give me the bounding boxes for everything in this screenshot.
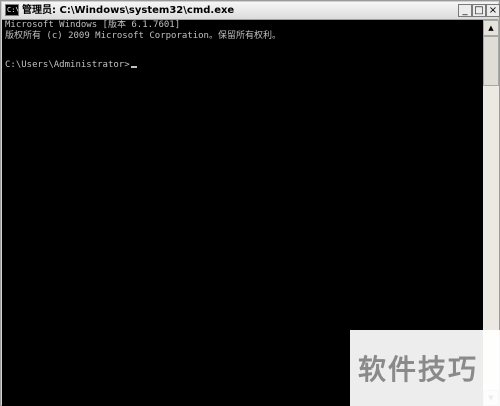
- minimize-button[interactable]: _: [458, 4, 472, 17]
- console-version-line: Microsoft Windows [版本 6.1.7601]: [5, 20, 181, 30]
- title-bar[interactable]: C:\ 管理员: C:\Windows\system32\cmd.exe _ □…: [2, 2, 500, 20]
- window-title: 管理员: C:\Windows\system32\cmd.exe: [22, 5, 235, 16]
- scroll-thumb[interactable]: [483, 36, 499, 86]
- scroll-up-button[interactable]: ▲: [483, 20, 499, 36]
- watermark: 软件技巧: [350, 330, 500, 406]
- maximize-button[interactable]: □: [472, 4, 486, 17]
- console-copyright-line: 版权所有 (c) 2009 Microsoft Corporation。保留所有…: [5, 31, 281, 41]
- console-prompt-line[interactable]: C:\Users\Administrator>: [5, 60, 137, 71]
- close-button[interactable]: ×: [486, 4, 500, 17]
- watermark-text: 软件技巧: [358, 353, 479, 386]
- console-prompt: C:\Users\Administrator>: [5, 60, 130, 70]
- console-app-icon[interactable]: C:\: [5, 4, 19, 16]
- text-cursor: [130, 66, 137, 68]
